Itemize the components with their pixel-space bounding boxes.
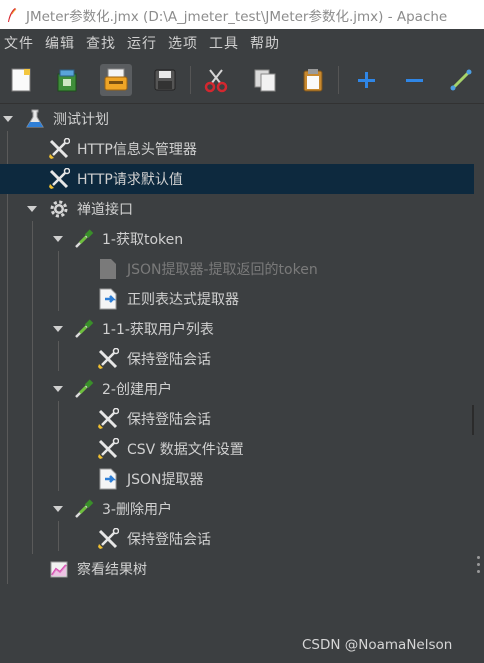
- gear-icon: [50, 200, 68, 218]
- tree-node-label: 测试计划: [53, 112, 109, 128]
- chevron-down-icon[interactable]: [52, 323, 64, 335]
- tree-node-label: HTTP信息头管理器: [77, 142, 197, 158]
- menu-run[interactable]: 运行: [127, 33, 157, 53]
- wrench-screwdriver-icon: [98, 528, 119, 549]
- window-titlebar: JMeter参数化.jmx (D:\A_jmeter_test\JMeter参数…: [0, 0, 484, 29]
- tree-node-sampler-create-user[interactable]: 2-创建用户: [0, 374, 474, 404]
- tree-node-keep-session[interactable]: 保持登陆会话: [0, 404, 474, 434]
- toggle-icon: [450, 69, 472, 91]
- chevron-down-icon[interactable]: [52, 383, 64, 395]
- chevron-down-icon[interactable]: [52, 503, 64, 515]
- wrench-screwdriver-icon: [98, 408, 119, 429]
- toolbar-separator: [190, 66, 191, 94]
- window-title: JMeter参数化.jmx (D:\A_jmeter_test\JMeter参数…: [26, 8, 448, 25]
- tree-node-http-header-manager[interactable]: HTTP信息头管理器: [0, 134, 474, 164]
- tree-node-csv-data-set[interactable]: CSV 数据文件设置: [0, 434, 474, 464]
- save-button[interactable]: [149, 64, 181, 96]
- new-icon: [11, 68, 31, 92]
- templates-button[interactable]: [51, 64, 83, 96]
- tree-node-test-plan[interactable]: 测试计划: [0, 104, 474, 134]
- menu-tools[interactable]: 工具: [209, 33, 239, 53]
- copy-button[interactable]: [249, 64, 281, 96]
- plus-icon: [358, 72, 375, 88]
- wrench-screwdriver-icon: [98, 438, 119, 459]
- menu-edit[interactable]: 编辑: [45, 33, 75, 53]
- collapse-all-button[interactable]: [398, 64, 430, 96]
- tree-node-label: CSV 数据文件设置: [127, 442, 244, 458]
- tree-node-label: 1-1-获取用户列表: [102, 322, 214, 338]
- tree-node-label: JSON提取器: [127, 472, 204, 488]
- menu-options[interactable]: 选项: [168, 33, 198, 53]
- pipette-icon: [75, 499, 94, 518]
- cut-button[interactable]: [200, 64, 232, 96]
- tree-node-sampler-delete-user[interactable]: 3-删除用户: [0, 494, 474, 524]
- tree-node-label: 3-删除用户: [102, 502, 172, 518]
- minus-icon: [406, 79, 423, 82]
- open-button[interactable]: [100, 64, 132, 96]
- toolbar: [0, 56, 484, 104]
- pipette-icon: [75, 319, 94, 338]
- tree-node-label: HTTP请求默认值: [77, 172, 183, 188]
- wrench-screwdriver-icon: [98, 348, 119, 369]
- tree-node-label: 1-获取token: [102, 232, 184, 248]
- menu-file[interactable]: 文件: [4, 33, 34, 53]
- open-icon: [104, 68, 128, 91]
- tree-node-keep-session[interactable]: 保持登陆会话: [0, 344, 474, 374]
- chevron-down-icon[interactable]: [2, 113, 14, 125]
- document-icon: [100, 259, 116, 279]
- tree-node-sampler-get-token[interactable]: 1-获取token: [0, 224, 474, 254]
- splitter-handle[interactable]: [476, 556, 482, 578]
- document-arrow-icon: [99, 288, 117, 310]
- wrench-screwdriver-icon: [49, 168, 70, 189]
- menu-help[interactable]: 帮助: [250, 33, 280, 53]
- tree-node-label: 保持登陆会话: [127, 532, 211, 548]
- tree-node-label: 2-创建用户: [102, 382, 172, 398]
- chevron-down-icon[interactable]: [52, 233, 64, 245]
- tree-node-label: JSON提取器-提取返回的token: [127, 262, 318, 278]
- tree-node-view-results-tree[interactable]: 察看结果树: [0, 554, 474, 584]
- paste-button[interactable]: [297, 64, 329, 96]
- tree-node-http-request-defaults[interactable]: HTTP请求默认值: [0, 164, 474, 194]
- tree-node-json-extractor[interactable]: JSON提取器: [0, 464, 474, 494]
- document-arrow-icon: [99, 468, 117, 490]
- new-button[interactable]: [6, 64, 38, 96]
- menu-bar: 文件 编辑 查找 运行 选项 工具 帮助: [0, 29, 484, 56]
- wrench-screwdriver-icon: [49, 138, 70, 159]
- templates-icon: [57, 69, 77, 92]
- tree-node-label: 察看结果树: [77, 562, 147, 578]
- tree-node-label: 正则表达式提取器: [127, 292, 239, 308]
- chevron-down-icon[interactable]: [26, 203, 38, 215]
- toggle-button[interactable]: [445, 64, 477, 96]
- pipette-icon: [75, 379, 94, 398]
- tree-node-thread-group[interactable]: 禅道接口: [0, 194, 474, 224]
- pipette-icon: [75, 229, 94, 248]
- paste-icon: [303, 69, 323, 92]
- toolbar-separator: [338, 66, 339, 94]
- test-plan-tree[interactable]: 测试计划 HTTP信息头管理器 HTTP请求默认值 禅道接口 1-获取token…: [0, 104, 484, 663]
- copy-icon: [254, 69, 276, 92]
- chart-listener-icon: [50, 561, 68, 578]
- save-icon: [154, 69, 176, 91]
- cut-icon: [204, 69, 228, 93]
- tree-node-json-extractor-disabled[interactable]: JSON提取器-提取返回的token: [0, 254, 474, 284]
- tree-node-regex-extractor[interactable]: 正则表达式提取器: [0, 284, 474, 314]
- watermark: CSDN @NoamaNelson: [302, 637, 453, 653]
- tree-node-label: 禅道接口: [77, 202, 133, 218]
- tree-node-label: 保持登陆会话: [127, 352, 211, 368]
- menu-search[interactable]: 查找: [86, 33, 116, 53]
- splitter-edge: [472, 405, 474, 435]
- tree-node-sampler-get-users[interactable]: 1-1-获取用户列表: [0, 314, 474, 344]
- tree-node-keep-session[interactable]: 保持登陆会话: [0, 524, 474, 554]
- test-plan-icon: [26, 109, 44, 128]
- jmeter-feather-icon: [8, 7, 17, 22]
- expand-all-button[interactable]: [350, 64, 382, 96]
- tree-node-label: 保持登陆会话: [127, 412, 211, 428]
